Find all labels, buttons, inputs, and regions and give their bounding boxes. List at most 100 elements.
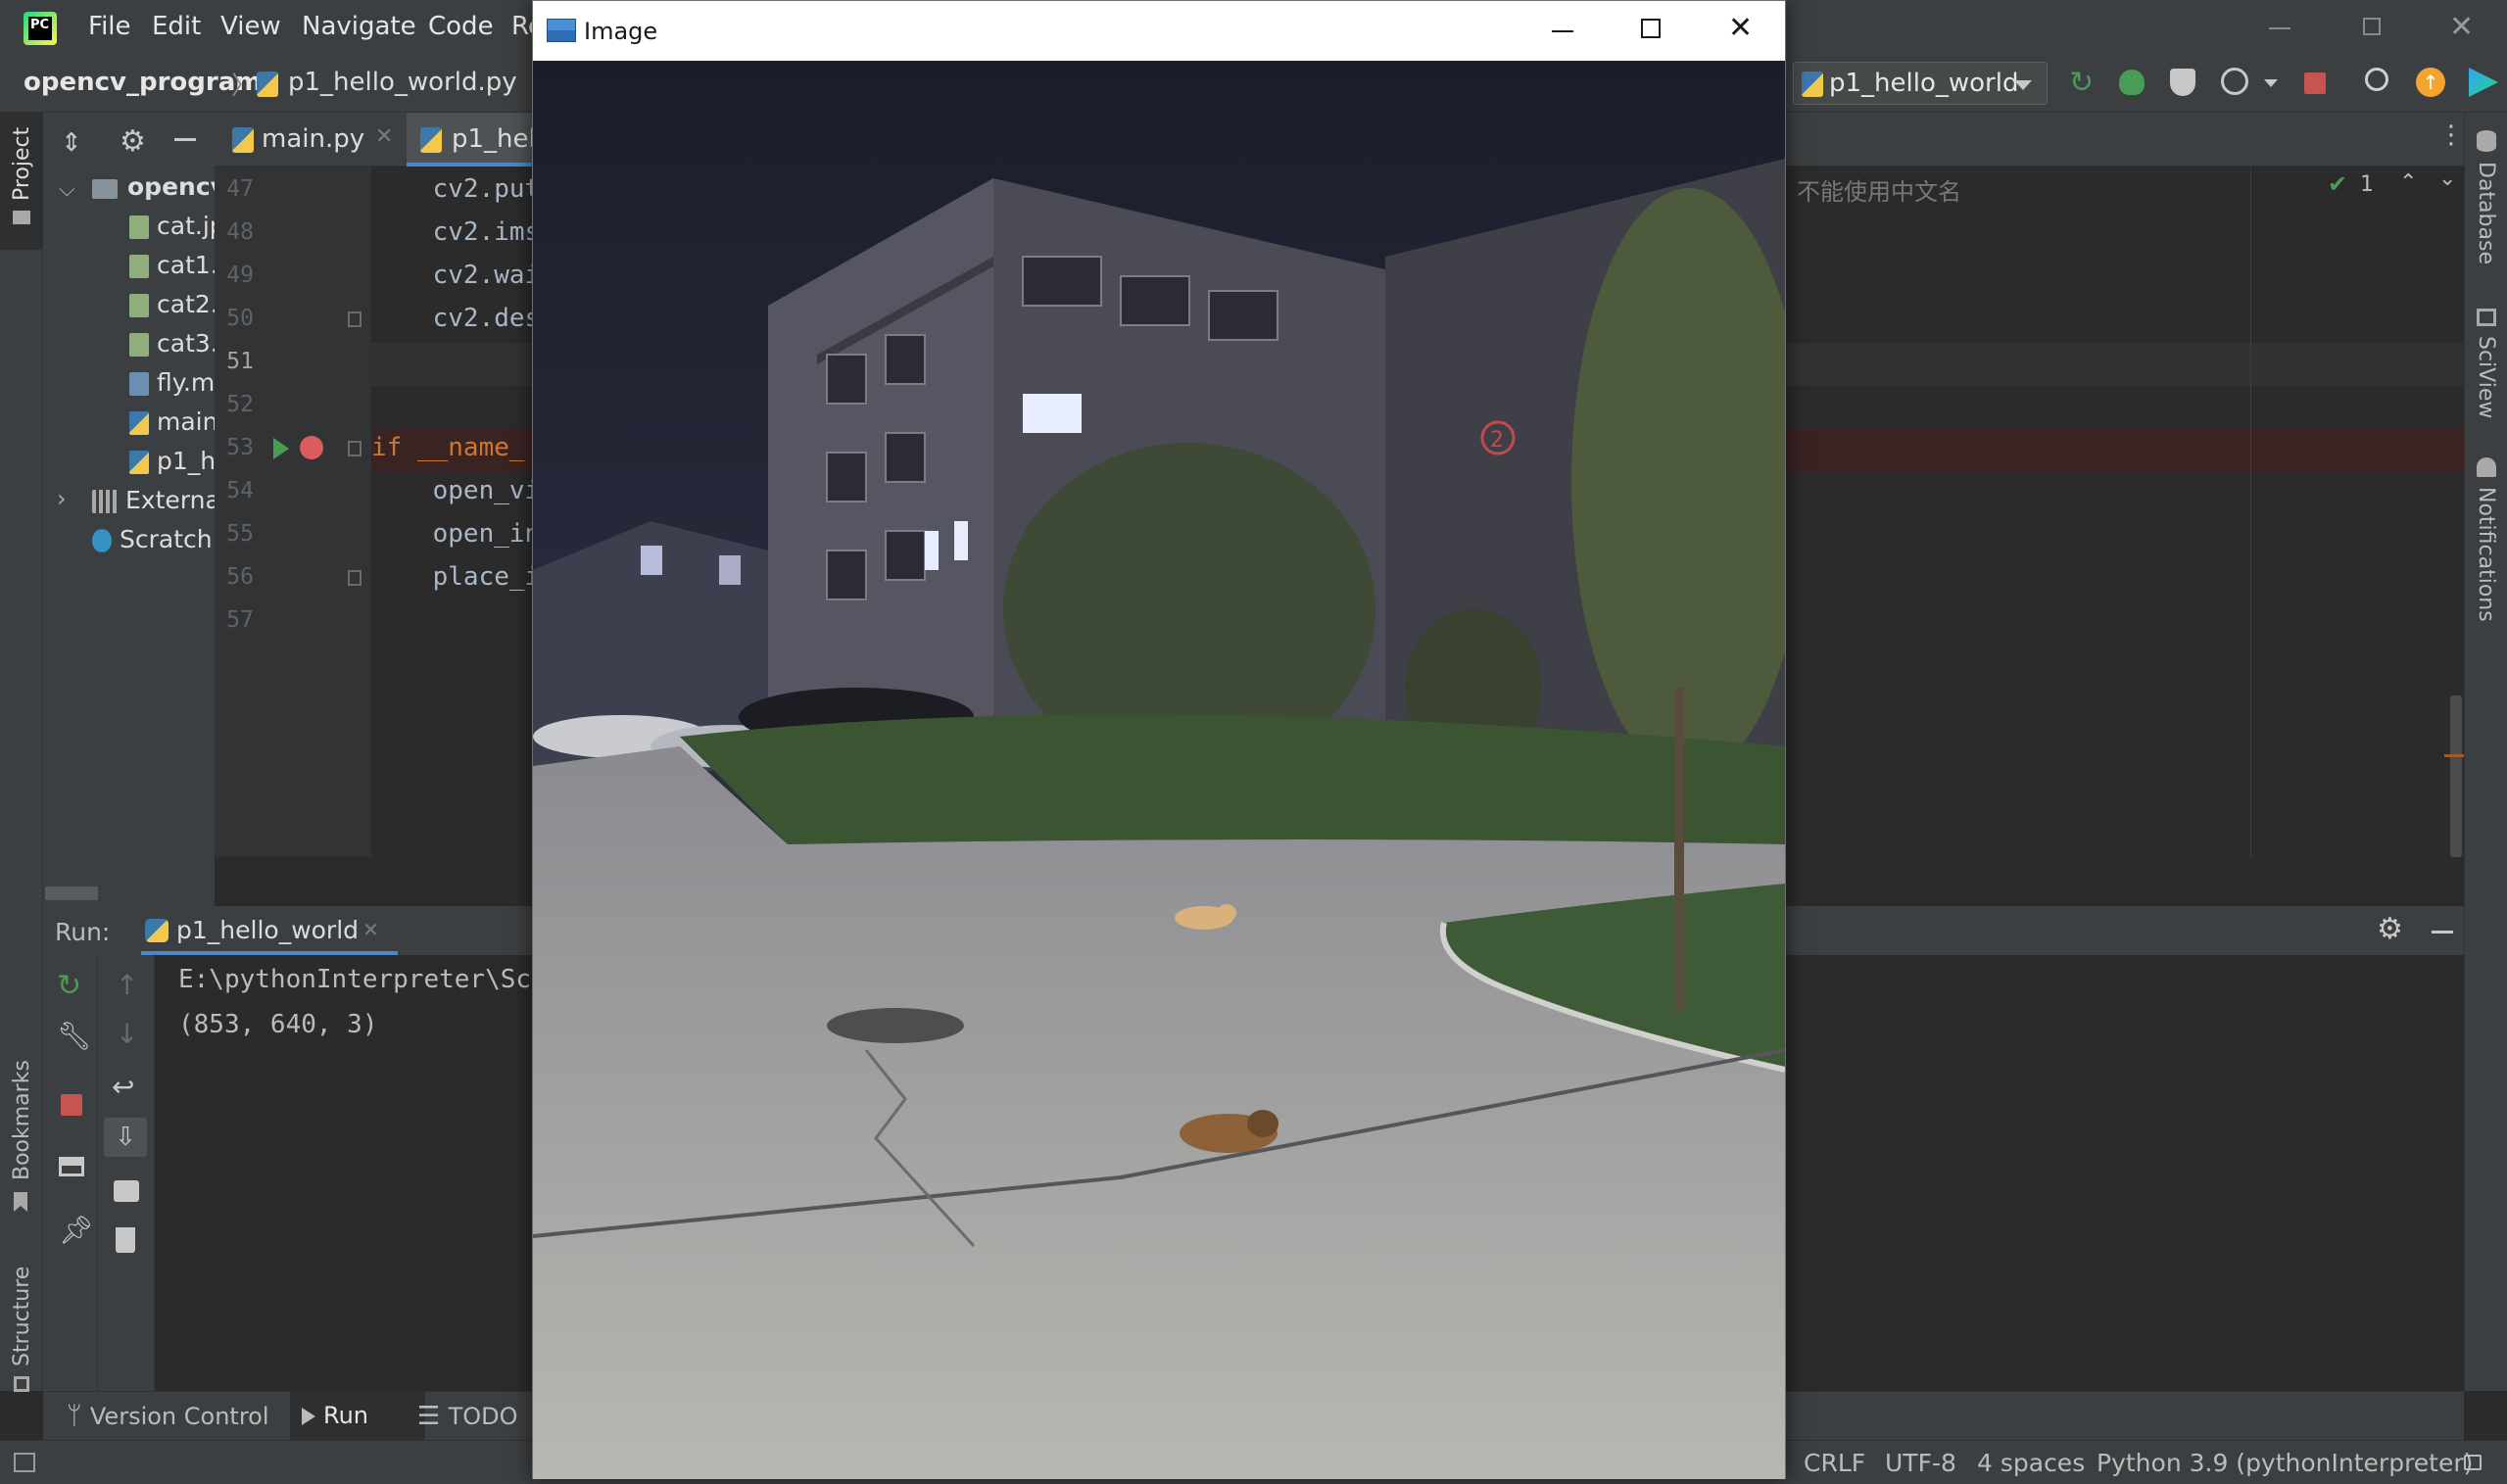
more-tabs-icon[interactable]: ⋮ [2438,120,2464,150]
tree-file-item[interactable]: cat.jp [129,212,225,240]
run-config-selector[interactable]: p1_hello_world [1793,62,2048,105]
run-tab[interactable]: p1_hello_world ✕ [141,906,398,955]
project-root-folder[interactable]: opencv [127,172,226,201]
breadcrumb-project[interactable]: opencv_program [24,68,262,97]
search-icon[interactable] [2365,68,2388,91]
tree-file-item[interactable]: main [129,407,217,436]
horizontal-scrollbar[interactable] [45,886,98,900]
scratch-icon [92,529,112,552]
scroll-to-end-icon[interactable]: ⇩ [104,1118,147,1157]
profile-icon[interactable] [2221,68,2248,95]
gear-icon[interactable]: ⚙ [2377,912,2403,946]
notifications-tool-label[interactable]: Notifications [2474,487,2498,622]
chevron-right-icon[interactable]: › [57,485,67,512]
line-number: 55 [226,521,254,547]
database-tool-label[interactable]: Database [2474,162,2498,264]
sciview-icon [2477,309,2496,326]
arrow-down-icon[interactable]: ↓ [116,1018,138,1050]
code-line: if __name_ [371,433,525,462]
tab-main-py[interactable]: main.py ✕ [220,113,407,167]
tree-file-item[interactable]: p1_h [129,447,216,475]
inspection-check-icon[interactable]: ✔ [2328,170,2347,198]
tab-close-icon[interactable]: ✕ [375,124,393,149]
close-icon[interactable]: ✕ [1728,11,1753,45]
inspection-hint: 不能使用中文名 [1797,178,1961,206]
line-separator-status[interactable]: CRLF [1804,1449,1865,1477]
fold-icon[interactable] [348,311,362,327]
update-icon[interactable]: ↑ [2416,68,2445,97]
gear-icon[interactable]: ⚙ [120,124,146,159]
trash-icon[interactable] [116,1227,135,1253]
breakpoint-icon[interactable] [300,436,323,459]
menu-file[interactable]: File [88,12,131,41]
database-icon [2477,130,2496,152]
image-window[interactable]: Image ✕ 2 [532,0,1786,1479]
layout-icon[interactable] [59,1157,84,1176]
run-tab-label: p1_hello_world [176,916,360,944]
encoding-status[interactable]: UTF-8 [1885,1449,1956,1477]
vertical-scrollbar[interactable] [2450,695,2462,857]
soft-wrap-icon[interactable]: ↩ [112,1071,134,1103]
inspection-count[interactable]: 1 [2360,172,2374,197]
scratches-item[interactable]: Scratch [92,525,213,553]
external-libraries-item[interactable]: External [92,486,227,514]
bookmarks-tool-button[interactable]: Bookmarks [0,1043,43,1220]
arrow-up-icon[interactable]: ↑ [116,969,138,1001]
interpreter-status[interactable]: Python 3.9 (pythonInterpreter) [2097,1449,2473,1477]
structure-tool-button[interactable]: Structure [0,1239,43,1396]
tree-file-item[interactable]: cat3. [129,329,218,358]
run-panel-label: Run: [55,918,111,946]
debug-bug-icon[interactable] [2119,70,2145,95]
profile-dropdown-icon[interactable] [2264,79,2278,87]
menu-navigate[interactable]: Navigate [302,12,416,41]
minimize-icon[interactable] [2269,27,2290,29]
chevron-down-icon[interactable]: ⌵ [59,177,75,202]
tree-file-item[interactable]: fly.m [129,368,215,397]
todo-tab[interactable]: ☰ TODO [417,1402,518,1431]
project-panel: ⇕ ⚙ ⌵ opencv cat.jp cat1. cat2. cat3. fl… [43,113,227,906]
chevron-down-icon[interactable]: ⌄ [2438,167,2456,191]
coverage-shield-icon[interactable] [2170,69,2195,96]
fold-icon[interactable] [348,570,362,586]
version-control-tab[interactable]: ᛘ Version Control [67,1402,269,1431]
image-window-titlebar[interactable]: Image ✕ [533,1,1785,61]
menu-code[interactable]: Code [428,12,494,41]
list-icon: ☰ [417,1402,441,1431]
rerun-icon[interactable]: ↻ [57,969,81,1003]
pin-icon[interactable]: 📌︎ [59,1214,94,1246]
chevron-up-icon[interactable]: ⌃ [2399,170,2417,195]
indent-status[interactable]: 4 spaces [1977,1449,2085,1477]
restore-icon[interactable] [2363,18,2381,35]
menu-view[interactable]: View [220,12,281,41]
collapse-all-icon[interactable]: ⇕ [61,128,82,158]
tree-file-item[interactable]: cat1. [129,251,218,279]
lock-icon[interactable] [2464,1455,2482,1470]
project-tool-button[interactable]: Project [0,113,43,250]
jetbrains-space-icon[interactable] [2469,68,2498,97]
print-icon[interactable] [114,1180,139,1202]
sciview-tool-label[interactable]: SciView [2474,336,2498,418]
hide-panel-icon[interactable] [174,138,196,141]
hide-panel-icon[interactable] [2432,931,2453,933]
tool-window-toggle-icon[interactable] [14,1453,35,1472]
rerun-icon[interactable]: ↻ [2069,66,2094,100]
file-name: main [157,407,218,436]
breadcrumb-file[interactable]: p1_hello_world.py [288,68,517,97]
wrench-icon[interactable]: 🔧︎ [57,1020,92,1052]
fold-icon[interactable] [348,441,362,456]
run-tool-tab[interactable]: Run [290,1392,425,1441]
minimize-icon[interactable] [1552,30,1573,32]
tab-label: main.py [262,124,365,154]
code-line: cv2.ims [371,217,541,247]
line-number: 53 [226,435,254,460]
stop-icon[interactable] [2304,72,2326,94]
image-window-title: Image [584,18,658,45]
close-icon[interactable]: ✕ [2449,10,2474,44]
tree-file-item[interactable]: cat2. [129,290,218,318]
tab-p1-hello-world[interactable]: p1_hel [407,113,544,167]
maximize-icon[interactable] [1641,19,1661,38]
tab-close-icon[interactable]: ✕ [362,918,379,941]
run-gutter-icon[interactable] [273,438,289,459]
menu-edit[interactable]: Edit [152,12,201,41]
stop-icon[interactable] [61,1094,82,1116]
